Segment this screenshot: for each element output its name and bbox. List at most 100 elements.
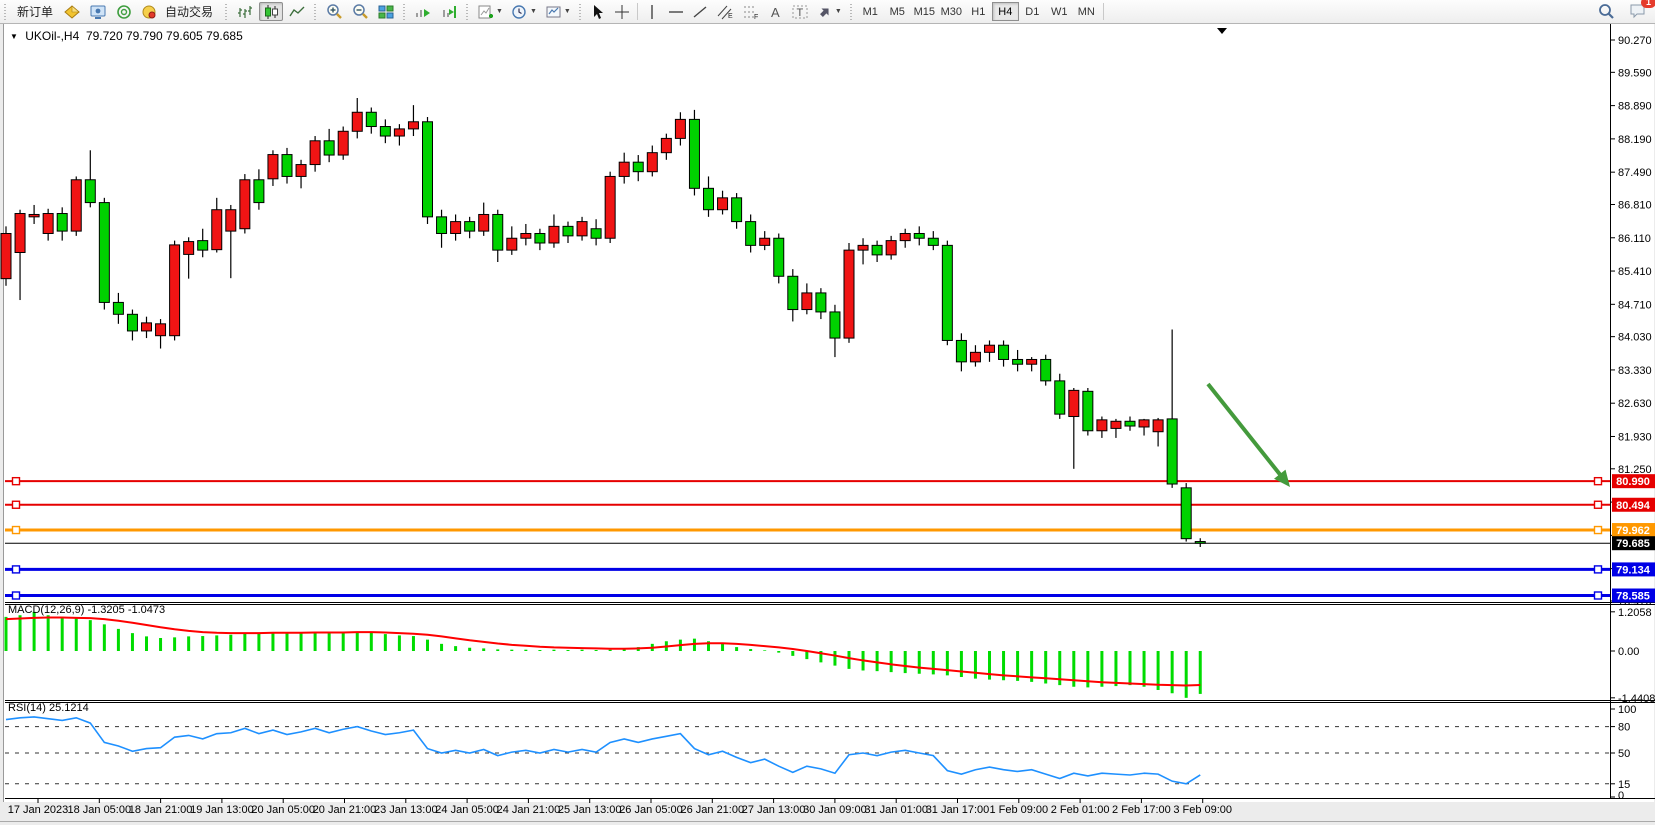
templates-button[interactable]: ▼ bbox=[542, 2, 574, 21]
svg-text:20 Jan 05:00: 20 Jan 05:00 bbox=[251, 804, 315, 816]
svg-text:1.2058: 1.2058 bbox=[1618, 607, 1652, 619]
horizontal-line-tool-icon[interactable] bbox=[665, 2, 687, 21]
signal-broadcast-icon[interactable] bbox=[112, 2, 136, 21]
svg-text:31 Jan 17:00: 31 Jan 17:00 bbox=[926, 804, 990, 816]
svg-text:84.030: 84.030 bbox=[1618, 332, 1652, 344]
svg-text:18 Jan 21:00: 18 Jan 21:00 bbox=[129, 804, 193, 816]
dropdown-caret-icon: ▼ bbox=[496, 8, 503, 15]
svg-text:2 Feb 01:00: 2 Feb 01:00 bbox=[1051, 804, 1110, 816]
svg-text:1 Feb 09:00: 1 Feb 09:00 bbox=[989, 804, 1048, 816]
timeframe-d1-button[interactable]: D1 bbox=[1019, 2, 1046, 21]
timeframe-m15-button[interactable]: M15 bbox=[911, 2, 938, 21]
search-icon[interactable] bbox=[1594, 2, 1618, 21]
chart-canvas[interactable]: 90.27089.59088.89088.19087.49086.81086.1… bbox=[0, 23, 1655, 825]
vertical-line-tool-icon[interactable] bbox=[642, 2, 663, 21]
new-chart-button[interactable]: ▼ bbox=[474, 2, 506, 21]
chart-shift-icon[interactable] bbox=[437, 2, 461, 21]
notification-badge: 1 bbox=[1641, 0, 1655, 8]
svg-text:E: E bbox=[728, 13, 733, 20]
zoom-out-icon[interactable] bbox=[348, 2, 372, 21]
dropdown-caret-icon: ▼ bbox=[564, 8, 571, 15]
chart-title: ▼ UKOil-,H4 79.720 79.790 79.605 79.685 bbox=[10, 29, 243, 43]
line-chart-mode-icon[interactable] bbox=[285, 2, 309, 21]
gold-asset-icon[interactable] bbox=[60, 2, 84, 21]
timeframe-mn-button[interactable]: MN bbox=[1073, 2, 1100, 21]
timeframe-h4-button[interactable]: H4 bbox=[992, 2, 1019, 21]
channel-tool-icon[interactable]: E bbox=[713, 2, 737, 21]
svg-text:31 Jan 01:00: 31 Jan 01:00 bbox=[864, 804, 928, 816]
svg-text:79.685: 79.685 bbox=[1616, 538, 1650, 550]
timeframe-m5-button[interactable]: M5 bbox=[884, 2, 911, 21]
svg-text:87.490: 87.490 bbox=[1618, 167, 1652, 179]
svg-text:26 Jan 21:00: 26 Jan 21:00 bbox=[680, 804, 744, 816]
crosshair-tool-icon[interactable] bbox=[611, 2, 633, 21]
svg-text:79.962: 79.962 bbox=[1616, 525, 1650, 537]
dropdown-caret-icon: ▼ bbox=[530, 8, 537, 15]
svg-text:17 Jan 2023: 17 Jan 2023 bbox=[8, 804, 69, 816]
zoom-in-icon[interactable] bbox=[322, 2, 346, 21]
svg-text:19 Jan 13:00: 19 Jan 13:00 bbox=[190, 804, 254, 816]
toolbar-grip[interactable] bbox=[578, 4, 583, 20]
autotrading-button[interactable]: 自动交易 bbox=[138, 2, 220, 21]
svg-text:88.890: 88.890 bbox=[1618, 101, 1652, 113]
svg-text:88.190: 88.190 bbox=[1618, 134, 1652, 146]
svg-text:25 Jan 13:00: 25 Jan 13:00 bbox=[558, 804, 622, 816]
notifications-button[interactable]: 1 bbox=[1629, 2, 1649, 22]
terminal-icon[interactable] bbox=[86, 2, 110, 21]
chart-symbol-period: UKOil-,H4 bbox=[25, 29, 79, 43]
toolbar-grip[interactable] bbox=[849, 4, 854, 20]
dropdown-caret-icon: ▼ bbox=[835, 8, 842, 15]
label-tool-icon[interactable]: T bbox=[788, 2, 812, 21]
chart-ohlc-values: 79.720 79.790 79.605 79.685 bbox=[86, 29, 243, 43]
svg-text:0.00: 0.00 bbox=[1618, 646, 1639, 658]
svg-text:81.250: 81.250 bbox=[1618, 464, 1652, 476]
svg-text:80.494: 80.494 bbox=[1616, 500, 1651, 512]
cursor-tool-icon[interactable] bbox=[587, 2, 609, 21]
svg-text:80: 80 bbox=[1618, 722, 1630, 734]
trendline-tool-icon[interactable] bbox=[689, 2, 711, 21]
arrows-tool-button[interactable]: ▼ bbox=[814, 2, 845, 21]
timeframe-m30-button[interactable]: M30 bbox=[938, 2, 965, 21]
toolbar-grip[interactable] bbox=[224, 4, 229, 20]
svg-text:78.585: 78.585 bbox=[1616, 591, 1650, 603]
toolbar-grip[interactable] bbox=[402, 4, 407, 20]
timeframe-h1-button[interactable]: H1 bbox=[965, 2, 992, 21]
svg-text:82.630: 82.630 bbox=[1618, 398, 1652, 410]
timeframe-w1-button[interactable]: W1 bbox=[1046, 2, 1073, 21]
svg-text:15: 15 bbox=[1618, 779, 1630, 791]
svg-text:F: F bbox=[754, 14, 758, 20]
svg-text:86.110: 86.110 bbox=[1618, 233, 1651, 245]
toolbar-grip[interactable] bbox=[3, 4, 8, 20]
svg-text:23 Jan 13:00: 23 Jan 13:00 bbox=[374, 804, 438, 816]
chart-window: 90.27089.59088.89088.19087.49086.81086.1… bbox=[0, 23, 1655, 825]
svg-text:90.270: 90.270 bbox=[1618, 35, 1652, 47]
auto-scroll-icon[interactable] bbox=[411, 2, 435, 21]
svg-text:18 Jan 05:00: 18 Jan 05:00 bbox=[67, 804, 131, 816]
new-order-button[interactable]: 新订单 bbox=[12, 2, 58, 21]
toolbar-grip[interactable] bbox=[465, 4, 470, 20]
svg-text:100: 100 bbox=[1618, 704, 1636, 716]
fibonacci-tool-icon[interactable]: F bbox=[739, 2, 763, 21]
svg-text:80.990: 80.990 bbox=[1616, 476, 1650, 488]
rsi-indicator-label: RSI(14) 25.1214 bbox=[8, 702, 89, 714]
svg-text:89.590: 89.590 bbox=[1618, 67, 1652, 79]
svg-text:85.410: 85.410 bbox=[1618, 266, 1652, 278]
candlestick-mode-icon[interactable] bbox=[259, 2, 283, 21]
periods-button[interactable]: ▼ bbox=[508, 2, 540, 21]
svg-text:3 Feb 09:00: 3 Feb 09:00 bbox=[1173, 804, 1232, 816]
svg-text:24 Jan 05:00: 24 Jan 05:00 bbox=[435, 804, 499, 816]
svg-text:27 Jan 13:00: 27 Jan 13:00 bbox=[742, 804, 806, 816]
svg-text:T: T bbox=[796, 7, 803, 19]
timeframe-m1-button[interactable]: M1 bbox=[857, 2, 884, 21]
bar-chart-mode-icon[interactable] bbox=[233, 2, 257, 21]
tile-windows-icon[interactable] bbox=[374, 2, 398, 21]
text-tool-icon[interactable]: A bbox=[765, 2, 786, 21]
autotrading-label: 自动交易 bbox=[161, 3, 217, 20]
svg-text:24 Jan 21:00: 24 Jan 21:00 bbox=[497, 804, 561, 816]
svg-text:50: 50 bbox=[1618, 748, 1630, 760]
svg-text:20 Jan 21:00: 20 Jan 21:00 bbox=[313, 804, 377, 816]
svg-text:2 Feb 17:00: 2 Feb 17:00 bbox=[1112, 804, 1171, 816]
collapse-triangle-icon[interactable]: ▼ bbox=[10, 32, 18, 41]
svg-text:84.710: 84.710 bbox=[1618, 299, 1652, 311]
toolbar-grip[interactable] bbox=[313, 4, 318, 20]
